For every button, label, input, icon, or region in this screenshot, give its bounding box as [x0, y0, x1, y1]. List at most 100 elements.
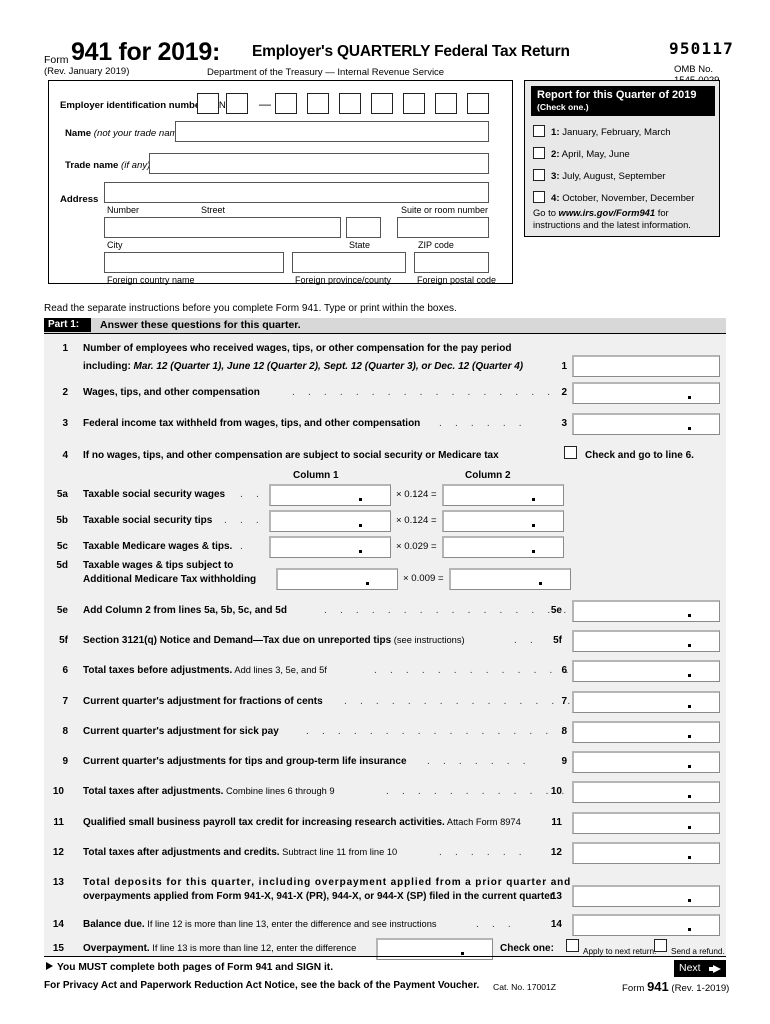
next-button[interactable]: Next [674, 960, 726, 977]
foreign-postal-input[interactable] [414, 252, 489, 273]
line-11-amount-input[interactable] [572, 812, 720, 834]
line-8-amount-input[interactable] [572, 721, 720, 743]
line-5f-ref: 5f [553, 635, 562, 646]
line-5e-amount-input[interactable] [572, 600, 720, 622]
report-quarter-box: Report for this Quarter of 2019 (Check o… [524, 80, 720, 237]
address-street-input[interactable] [104, 182, 489, 203]
ein-digit-5[interactable] [339, 93, 361, 114]
line-6-ref: 6 [561, 665, 567, 676]
line-9-text: Current quarter's adjustments for tips a… [83, 756, 407, 767]
ein-dash: — [259, 97, 271, 111]
line-8-leader-dots: . . . . . . . . . . . . . . . . . . . . [306, 726, 618, 737]
line-5c-number: 5c [56, 541, 68, 552]
irs-form941-url[interactable]: www.irs.gov/Form941 [559, 207, 656, 218]
line-5f-text: Section 3121(q) Notice and Demand—Tax du… [83, 635, 465, 646]
line-3-amount-input[interactable] [572, 413, 720, 435]
line-3-number: 3 [62, 418, 68, 429]
quarter-4-checkbox[interactable] [533, 191, 545, 203]
line-4-number: 4 [62, 450, 68, 461]
line-2-text: Wages, tips, and other compensation [83, 387, 260, 398]
next-button-label: Next [679, 962, 701, 974]
line-5b-leader-dots: . . . [224, 515, 264, 526]
quarter-option-2[interactable]: 2: April, May, June [533, 147, 630, 160]
ein-digit-4[interactable] [307, 93, 329, 114]
name-input[interactable] [175, 121, 489, 142]
form-number-title: 941 for 2019: [71, 38, 220, 66]
line-2-number: 2 [62, 387, 68, 398]
line-15-send-refund-checkbox[interactable] [654, 939, 667, 952]
line-13-amount-input[interactable] [572, 885, 720, 907]
address-state-input[interactable] [346, 217, 381, 238]
line-5e-number: 5e [56, 605, 68, 616]
line-10-text: Total taxes after adjustments. Combine l… [83, 786, 335, 797]
line-9-leader-dots: . . . . . . . [427, 756, 531, 767]
line-1-ref: 1 [561, 361, 567, 372]
line-14-amount-input[interactable] [572, 914, 720, 936]
line-7-ref: 7 [561, 696, 567, 707]
line-12-ref: 12 [550, 847, 562, 858]
line-6-leader-dots: . . . . . . . . . . . . . [374, 665, 574, 676]
goto-prefix: Go to [533, 207, 559, 218]
foreign-country-input[interactable] [104, 252, 284, 273]
address-city-input[interactable] [104, 217, 341, 238]
employer-info-box: Employer identification number (EIN) — N… [48, 80, 513, 285]
line-5a-col2-input[interactable] [442, 484, 564, 506]
quarter-3-checkbox[interactable] [533, 169, 545, 181]
line-8-text: Current quarter's adjustment for sick pa… [83, 726, 279, 737]
quarter-1-checkbox[interactable] [533, 125, 545, 137]
line-13-number: 13 [52, 877, 64, 888]
line-2-amount-input[interactable] [572, 382, 720, 404]
line-5b-col2-input[interactable] [442, 510, 564, 532]
line-5c-col2-input[interactable] [442, 536, 564, 558]
line-12-amount-input[interactable] [572, 842, 720, 864]
line-5c-leader-dots: . [240, 541, 248, 552]
quarter-option-3[interactable]: 3: July, August, September [533, 169, 665, 182]
line-10-amount-input[interactable] [572, 781, 720, 803]
line-5b-col1-input[interactable] [269, 510, 391, 532]
line-1-amount-input[interactable] [572, 355, 720, 377]
department-label: Department of the Treasury — Internal Re… [207, 67, 445, 78]
address-zip-input[interactable] [397, 217, 489, 238]
line-14-number: 14 [52, 919, 64, 930]
foreign-province-input[interactable] [292, 252, 406, 273]
line-6-amount-input[interactable] [572, 660, 720, 682]
line-11-ref: 11 [551, 817, 562, 828]
ein-digit-9[interactable] [467, 93, 489, 114]
line-5d-text-row2: Additional Medicare Tax withholding [83, 574, 257, 585]
line-5d-col1-input[interactable] [276, 568, 398, 590]
ein-digit-2[interactable] [226, 93, 248, 114]
quarter-option-1[interactable]: 1: January, February, March [533, 125, 671, 138]
trade-name-input[interactable] [149, 153, 489, 174]
line-10-ref: 10 [550, 786, 562, 797]
line-7-amount-input[interactable] [572, 691, 720, 713]
line-4-checkbox[interactable] [564, 446, 577, 459]
catalog-number: Cat. No. 17001Z [493, 982, 557, 992]
line-15-check-one-label: Check one: [500, 943, 554, 954]
quarter-1-label: January, February, March [559, 127, 671, 138]
part1-header-bar: Part 1: Answer these questions for this … [44, 318, 726, 334]
line-5f-amount-input[interactable] [572, 630, 720, 652]
address-street-sublabel: Street [201, 205, 226, 215]
ein-digit-3[interactable] [275, 93, 297, 114]
line-15-apply-next-return-checkbox[interactable] [566, 939, 579, 952]
part1-tag: Part 1: [44, 318, 91, 332]
ein-digit-6[interactable] [371, 93, 393, 114]
line-5d-col2-input[interactable] [449, 568, 571, 590]
name-label: Name (not your trade name) [65, 128, 187, 139]
quarter-2-checkbox[interactable] [533, 147, 545, 159]
line-5c-col1-input[interactable] [269, 536, 391, 558]
line-5b-text: Taxable social security tips [83, 515, 213, 526]
read-instructions-text: Read the separate instructions before yo… [44, 303, 457, 314]
ein-digit-7[interactable] [403, 93, 425, 114]
line-8-ref: 8 [561, 726, 567, 737]
line-7-number: 7 [62, 696, 68, 707]
quarter-option-4[interactable]: 4: October, November, December [533, 191, 694, 204]
foreign-postal-sublabel: Foreign postal code [417, 275, 497, 285]
line-9-amount-input[interactable] [572, 751, 720, 773]
ein-digit-8[interactable] [435, 93, 457, 114]
ein-digit-1[interactable] [197, 93, 219, 114]
line-12-number: 12 [52, 847, 64, 858]
form-word-label: Form [44, 54, 69, 66]
line-5a-col1-input[interactable] [269, 484, 391, 506]
line-5f-leader-dots: . . [514, 635, 538, 646]
